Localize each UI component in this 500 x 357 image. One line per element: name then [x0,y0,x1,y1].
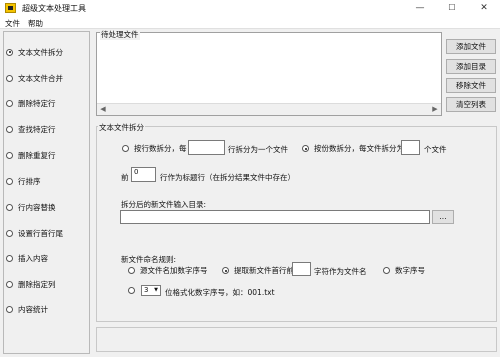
status-area [96,327,497,352]
sidebar-item-label: 查找特定行 [18,124,56,134]
sidebar-item-merge[interactable]: 文本文件合并 [6,72,63,84]
radio-split-by-lines[interactable]: 按行数拆分，每 [122,143,187,154]
radio-icon [6,305,13,313]
sidebar-item-split[interactable]: 文本文件拆分 [6,46,63,58]
digit-seq-label: 数字序号 [395,266,425,275]
split-group-label: 文本文件拆分 [98,122,145,133]
split-by-count-label: 按份数拆分，每文件拆分为 [314,144,404,153]
radio-selected-icon [302,145,309,152]
header-lines-input[interactable]: 0 [131,167,156,182]
header-lines-suffix: 行作为标题行（在拆分结果文件中存在） [160,173,295,182]
radio-icon [383,267,390,274]
radio-icon [6,254,13,262]
close-button[interactable]: ✕ [468,0,500,17]
radio-split-by-count[interactable]: 按份数拆分，每文件拆分为 [302,143,404,154]
sidebar-item-replace[interactable]: 行内容替换 [6,201,56,213]
lines-per-file-input[interactable] [188,140,225,155]
maximize-button[interactable]: ☐ [436,0,468,17]
radio-icon [6,280,13,288]
first-line-prefix-label: 提取新文件首行前 [234,266,294,275]
browse-button[interactable]: ... [432,210,454,224]
sidebar-item-label: 插入内容 [18,253,48,263]
split-by-lines-label: 按行数拆分，每 [134,144,187,153]
sidebar-item-delete-column[interactable]: 删除指定列 [6,278,56,290]
remove-file-button[interactable]: 移除文件 [446,78,496,93]
naming-rule-label: 新文件命名规则: [121,255,177,264]
radio-selected-icon [222,267,229,274]
radio-icon [122,145,129,152]
radio-original-name-seq[interactable]: 源文件名加数字序号 [128,265,208,276]
sidebar-item-label: 删除重复行 [18,150,56,160]
add-file-button[interactable]: 添加文件 [446,39,496,54]
original-name-seq-label: 源文件名加数字序号 [140,266,208,275]
format-example-label: 位格式化数字序号，如：001.txt [165,288,275,297]
sidebar-item-sort[interactable]: 行排序 [6,175,41,187]
sidebar-item-label: 行排序 [18,176,41,186]
radio-digit-seq[interactable]: 数字序号 [383,265,425,276]
radio-format-digits[interactable] [128,287,140,294]
header-lines-prefix: 前 [121,173,129,182]
clear-list-button[interactable]: 清空列表 [446,97,496,112]
sidebar-item-label: 文本文件拆分 [18,47,63,57]
file-count-suffix: 个文件 [424,145,447,154]
sidebar-item-label: 删除指定列 [18,279,56,289]
scroll-right-icon[interactable]: ▶ [429,104,441,115]
radio-icon [6,151,13,159]
scroll-left-icon[interactable]: ◀ [97,104,109,115]
menu-file[interactable]: 文件 [5,18,20,29]
output-dir-input[interactable] [120,210,430,224]
window-title: 超级文本处理工具 [22,4,86,13]
radio-first-line-name[interactable]: 提取新文件首行前 [222,265,294,276]
sidebar-item-stats[interactable]: 内容统计 [6,303,48,315]
radio-selected-icon [6,48,13,56]
first-line-suffix: 字符作为文件名 [314,267,367,276]
sidebar-item-label: 行内容替换 [18,202,56,212]
file-count-input[interactable] [401,140,420,155]
output-dir-label: 拆分后的新文件输入目录: [121,200,207,209]
file-list-label: 待处理文件 [100,29,140,40]
sidebar-item-insert[interactable]: 插入内容 [6,252,48,264]
menu-bar [0,17,500,29]
lines-per-file-suffix: 行拆分为一个文件 [228,145,288,154]
sidebar-item-delete-lines[interactable]: 删除特定行 [6,97,56,109]
minimize-button[interactable]: — [404,0,436,17]
sidebar-item-dedupe[interactable]: 删除重复行 [6,149,56,161]
first-line-chars-input[interactable] [292,262,311,276]
sidebar-item-prefix-suffix[interactable]: 设置行首行尾 [6,227,63,239]
chevron-down-icon[interactable]: ▼ [152,286,160,295]
sidebar-item-label: 内容统计 [18,304,48,314]
radio-icon [6,99,13,107]
sidebar-item-label: 设置行首行尾 [18,228,63,238]
radio-icon [128,287,135,294]
radio-icon [6,177,13,185]
menu-help[interactable]: 帮助 [28,18,43,29]
radio-icon [128,267,135,274]
add-directory-button[interactable]: 添加目录 [446,59,496,74]
radio-icon [6,125,13,133]
radio-icon [6,203,13,211]
radio-icon [6,74,13,82]
sidebar-item-label: 文本文件合并 [18,73,63,83]
app-icon [5,3,16,13]
sidebar-item-find-lines[interactable]: 查找特定行 [6,123,56,135]
horizontal-scrollbar[interactable]: ◀ ▶ [97,103,441,115]
sidebar-item-label: 删除特定行 [18,98,56,108]
radio-icon [6,229,13,237]
